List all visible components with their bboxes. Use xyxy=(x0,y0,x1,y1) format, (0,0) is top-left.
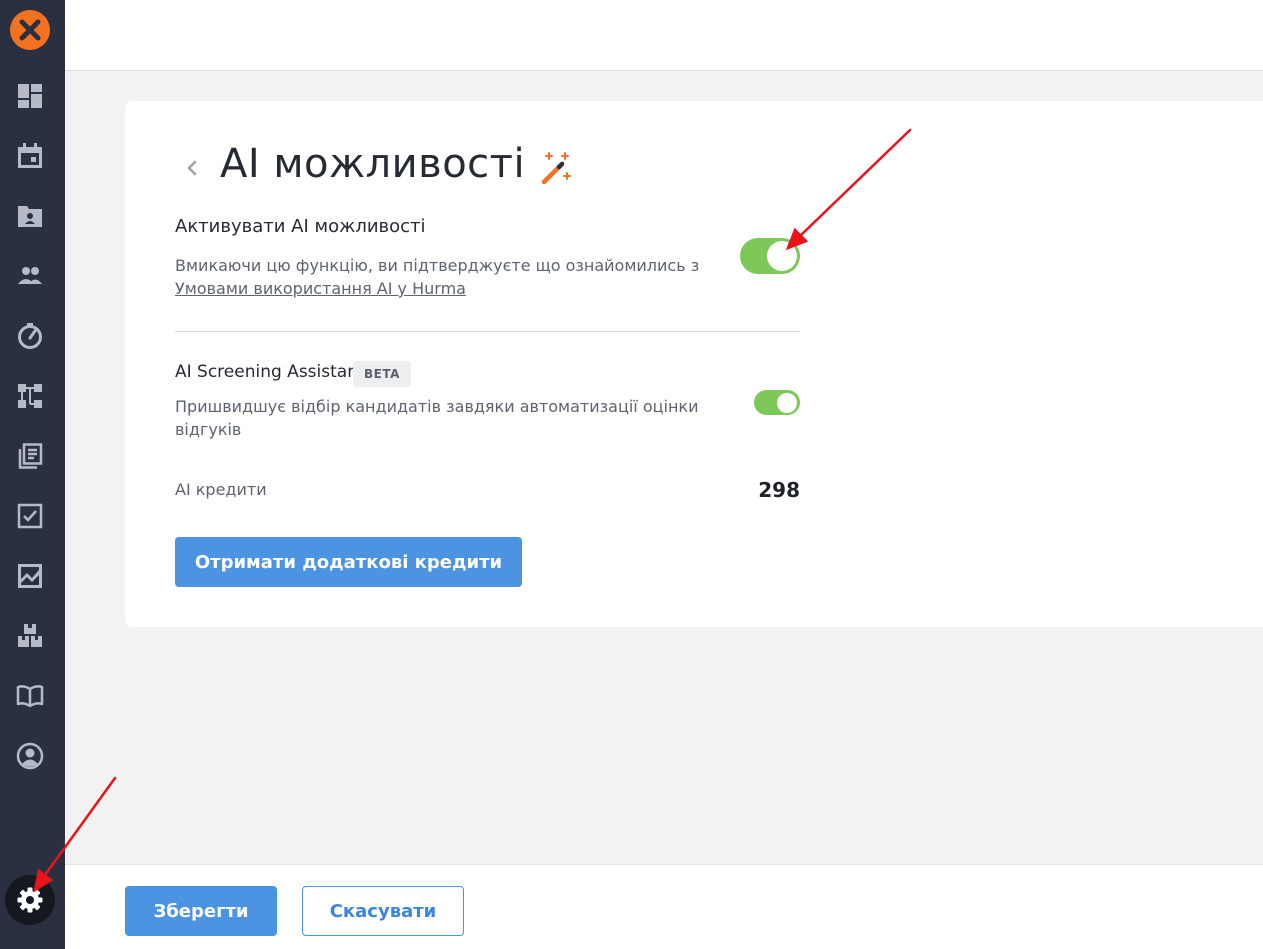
ai-features-title: Активувати AI можливості xyxy=(175,216,426,237)
save-button[interactable]: Зберегти xyxy=(125,886,277,936)
sidebar xyxy=(0,0,65,949)
page-title: AI можливості xyxy=(220,141,526,187)
documents-icon[interactable] xyxy=(12,438,48,474)
ai-features-toggle[interactable] xyxy=(740,238,800,274)
get-credits-button[interactable]: Отримати додаткові кредити xyxy=(175,537,522,587)
magic-wand-icon xyxy=(537,151,573,191)
credits-label: AI кредити xyxy=(175,480,267,499)
org-structure-icon[interactable] xyxy=(12,378,48,414)
employee-folder-icon[interactable] xyxy=(12,198,48,234)
analytics-chart-icon[interactable] xyxy=(12,558,48,594)
screening-description: Пришвидшує відбір кандидатів завдяки авт… xyxy=(175,397,699,439)
boxes-icon[interactable] xyxy=(12,618,48,654)
people-icon[interactable] xyxy=(12,258,48,294)
book-icon[interactable] xyxy=(12,678,48,714)
gear-icon[interactable] xyxy=(5,875,55,925)
speedometer-icon[interactable] xyxy=(12,318,48,354)
footer-actions: Зберегти Скасувати xyxy=(65,864,1263,949)
ai-features-description-text: Вмикаючи цю функцію, ви підтверджуєте що… xyxy=(175,256,700,275)
top-header xyxy=(65,0,1263,71)
beta-badge: BETA xyxy=(353,361,411,387)
calendar-icon[interactable] xyxy=(12,138,48,174)
checklist-icon[interactable] xyxy=(12,498,48,534)
screening-toggle[interactable] xyxy=(754,390,800,415)
screening-title: AI Screening Assistant xyxy=(175,362,365,382)
dashboard-icon[interactable] xyxy=(12,78,48,114)
back-chevron-icon[interactable] xyxy=(182,155,202,181)
ai-terms-link[interactable]: Умовами використання AI у Hurma xyxy=(175,279,466,298)
toggle-knob xyxy=(767,241,797,271)
ai-settings-card: AI можливості Активувати AI можливості В… xyxy=(125,101,1263,627)
hurma-logo-icon[interactable] xyxy=(10,10,50,50)
divider xyxy=(175,331,800,332)
toggle-knob xyxy=(777,392,797,413)
profile-icon[interactable] xyxy=(12,738,48,774)
cancel-button[interactable]: Скасувати xyxy=(302,886,464,936)
ai-features-description: Вмикаючи цю функцію, ви підтверджуєте що… xyxy=(175,254,715,300)
credits-value: 298 xyxy=(758,478,800,502)
